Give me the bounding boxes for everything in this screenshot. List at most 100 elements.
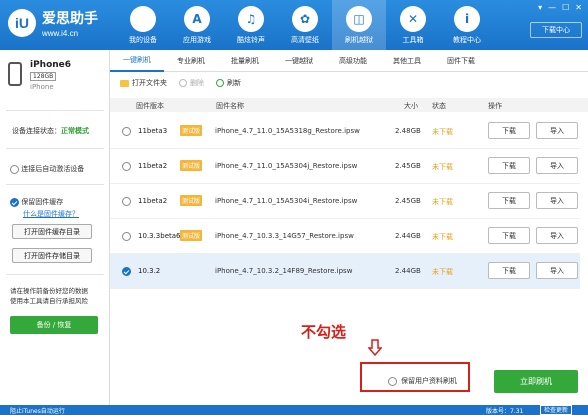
backup-warning: 请在操作前备份好您的数据 使用本工具请自行承担风险	[10, 287, 88, 305]
nav-label: 刷机越狱	[345, 35, 373, 44]
table-row[interactable]: 11beta2 测试版 iPhone_4.7_11.0_15A5304i_Resto…	[110, 184, 580, 219]
app-store-icon: A	[184, 5, 210, 32]
status-value: 正常模式	[61, 127, 89, 135]
auto-activate-radio[interactable]	[10, 164, 19, 174]
download-button[interactable]: 下载	[488, 262, 530, 279]
firmware-status: 未下载	[432, 233, 453, 241]
version-label: 版本号：7.31	[486, 408, 524, 415]
maximize-icon[interactable]: ☐	[562, 3, 569, 12]
table-row[interactable]: 11beta2 测试版 iPhone_4.7_11.0_15A5304j_Resto…	[110, 149, 580, 184]
firmware-size: 2.44GB	[395, 267, 421, 275]
device-capacity: 128GB	[30, 72, 57, 81]
nav-info[interactable]: i 教程中心	[440, 0, 494, 50]
flash-now-button[interactable]: 立即刷机	[494, 370, 578, 393]
minimize-icon[interactable]: —	[548, 3, 556, 12]
firmware-file: iPhone_4.7_11.0_15A5304i_Restore.ipsw	[215, 197, 358, 205]
connection-status: 设备连接状态：正常模式	[12, 126, 89, 136]
table-row[interactable]: 10.3.3beta6 测试版 iPhone_4.7_10.3.3_14G57_Re…	[110, 219, 580, 254]
row-select-radio[interactable]	[122, 162, 131, 171]
open-cache-dir-button[interactable]: 打开固件缓存目录	[12, 224, 92, 239]
keep-cache-checkbox[interactable]	[10, 197, 19, 207]
tab-5[interactable]: 其他工具	[380, 50, 434, 72]
nav-app-store[interactable]: A 应用游戏	[170, 0, 224, 50]
device-model: iPhone	[30, 83, 54, 91]
import-button[interactable]: 导入	[536, 262, 578, 279]
col-name: 固件名称	[216, 102, 244, 110]
refresh-button[interactable]: 刷新	[216, 78, 241, 88]
open-folder-button[interactable]: 打开文件夹	[120, 78, 167, 88]
download-button[interactable]: 下载	[488, 227, 530, 244]
col-status: 状态	[432, 102, 446, 110]
nav-label: 酷炫铃声	[237, 35, 265, 44]
main-nav: 我的设备 A 应用游戏 ♫ 酷炫铃声 ✿ 高清壁纸 ◫ 刷机越狱 ✕ 工具箱 i 教程中心	[116, 0, 494, 50]
firmware-version: 10.3.3beta6	[138, 232, 181, 240]
apple-icon	[130, 5, 156, 32]
nav-bell[interactable]: ♫ 酷炫铃声	[224, 0, 278, 50]
backup-restore-button[interactable]: 备份 / 恢复	[10, 316, 98, 334]
wallpaper-icon: ✿	[292, 5, 318, 32]
keep-user-data-option[interactable]: 保留用户资料刷机	[388, 376, 457, 386]
delete-button[interactable]: 删除	[179, 78, 204, 88]
flash-box-icon: ◫	[346, 5, 372, 32]
refresh-icon	[216, 79, 224, 87]
itunes-block-toggle[interactable]: 阻止iTunes自动运行	[10, 406, 65, 415]
toolbox-icon: ✕	[400, 5, 426, 32]
download-button[interactable]: 下载	[488, 157, 530, 174]
left-panel: iPhone6 128GB iPhone 设备连接状态：正常模式 连接后自动激活…	[0, 50, 110, 405]
nav-wallpaper[interactable]: ✿ 高清壁纸	[278, 0, 332, 50]
nav-toolbox[interactable]: ✕ 工具箱	[386, 0, 440, 50]
close-icon[interactable]: ✕	[575, 3, 582, 12]
toolbar: 打开文件夹 删除 刷新	[120, 78, 241, 88]
menu-icon[interactable]: ▾	[538, 3, 542, 12]
table-row[interactable]: 11beta3 测试版 iPhone_4.7_11.0_15A5318g_Resto…	[110, 114, 580, 149]
folder-icon	[120, 79, 129, 87]
divider	[6, 110, 104, 111]
beta-badge: 测试版	[180, 195, 203, 206]
info-icon: i	[454, 5, 480, 32]
tab-6[interactable]: 固件下载	[434, 50, 488, 72]
table-row[interactable]: 10.3.2 iPhone_4.7_10.3.2_14F89_Restore.ip…	[110, 254, 580, 289]
row-select-radio[interactable]	[122, 267, 131, 276]
download-button[interactable]: 下载	[488, 192, 530, 209]
row-select-radio[interactable]	[122, 197, 131, 206]
nav-label: 工具箱	[402, 35, 424, 44]
keep-user-data-label: 保留用户资料刷机	[401, 377, 457, 385]
nav-apple[interactable]: 我的设备	[116, 0, 170, 50]
tab-bar: 一键刷机 专业刷机 批量刷机 一键越狱 高级功能 其他工具 固件下载	[110, 50, 588, 72]
tab-4[interactable]: 高级功能	[326, 50, 380, 72]
nav-label: 教程中心	[453, 35, 481, 44]
import-button[interactable]: 导入	[536, 192, 578, 209]
beta-badge: 测试版	[180, 230, 203, 241]
row-select-radio[interactable]	[122, 127, 131, 136]
tab-0[interactable]: 一键刷机	[110, 50, 164, 72]
keep-cache-label: 保留固件缓存	[21, 198, 64, 206]
divider	[6, 274, 104, 275]
tab-3[interactable]: 一键越狱	[272, 50, 326, 72]
beta-badge: 测试版	[180, 125, 203, 136]
nav-label: 应用游戏	[183, 35, 211, 44]
delete-icon	[179, 79, 187, 87]
logo-icon: iU	[8, 9, 36, 37]
firmware-file: iPhone_4.7_10.3.2_14F89_Restore.ipsw	[215, 267, 353, 275]
delete-label: 删除	[190, 79, 204, 87]
import-button[interactable]: 导入	[536, 227, 578, 244]
nav-flash-box[interactable]: ◫ 刷机越狱	[332, 0, 386, 50]
down-arrow-icon	[368, 339, 382, 357]
nav-label: 高清壁纸	[291, 35, 319, 44]
import-button[interactable]: 导入	[536, 157, 578, 174]
row-select-radio[interactable]	[122, 232, 131, 241]
firmware-file: iPhone_4.7_10.3.3_14G57_Restore.ipsw	[215, 232, 354, 240]
col-version: 固件版本	[136, 102, 164, 110]
download-center-button[interactable]: 下载中心	[530, 22, 582, 38]
check-update-button[interactable]: 检查更新	[540, 405, 573, 415]
cache-help-link[interactable]: 什么是固件缓存？	[23, 209, 79, 219]
import-button[interactable]: 导入	[536, 122, 578, 139]
tab-2[interactable]: 批量刷机	[218, 50, 272, 72]
keep-user-data-radio[interactable]	[388, 376, 397, 386]
tab-1[interactable]: 专业刷机	[164, 50, 218, 72]
auto-activate-option[interactable]: 连接后自动激活设备	[10, 164, 84, 174]
download-button[interactable]: 下载	[488, 122, 530, 139]
open-store-dir-button[interactable]: 打开固件存储目录	[12, 248, 92, 263]
phone-icon	[8, 62, 22, 86]
keep-cache-option[interactable]: 保留固件缓存 什么是固件缓存？	[10, 197, 79, 219]
